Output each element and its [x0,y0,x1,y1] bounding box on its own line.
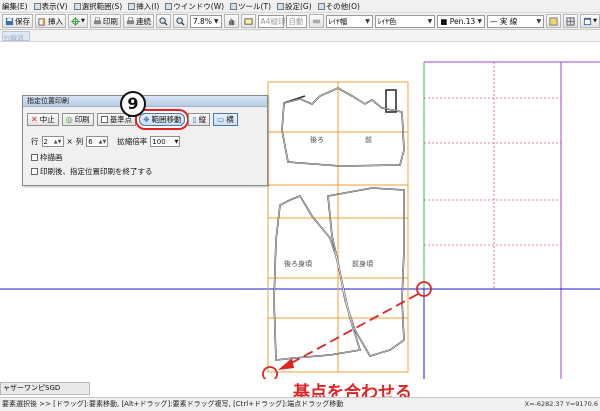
zoom-select[interactable]: 7.8% ▼ [189,14,222,28]
chevron-down-icon: ▼ [213,17,219,25]
line-type-select[interactable]: — 実 線 ▼ [486,14,545,28]
insert-icon [38,17,47,26]
layer-width-select[interactable]: ﾚｲﾔ幅 ▼ [325,14,373,28]
frame-icon [243,17,253,25]
insert-button[interactable]: 挿入 [35,14,66,28]
chevron-down-icon: ▼ [536,17,542,25]
step-number-badge: 9 [120,91,146,117]
chevron-down-icon: ▼ [477,17,482,25]
insert-icon [128,2,136,10]
status-hint: 要素選択後 >> [ドラッグ]:要素移動, [Alt+ドラッグ]:要素ドラッグ複… [2,400,344,408]
page-icon: ▯ [192,115,197,124]
settings-icon [277,2,284,10]
snap-icon [71,16,80,26]
layer-icon [312,19,320,23]
checkbox-icon [31,154,38,161]
zoom-in-button[interactable] [155,14,171,28]
status-bar: 要素選択後 >> [ドラッグ]:要素移動, [Alt+ドラッグ]:要素ドラッグ複… [0,397,600,411]
grid-button[interactable] [563,14,579,28]
sub-toolbar: ﾔﾏ線消 [0,30,600,42]
tools-icon [230,2,238,10]
coordinates-readout: X=-6282.37 Y=9170.6 [524,400,598,408]
move-arrow-line [285,293,419,367]
menu-select-range[interactable]: 選択範囲(S) [73,1,122,12]
auto-select[interactable]: 自動 [285,14,307,28]
checkbox-icon [31,168,38,175]
save-icon [5,17,14,25]
chevron-down-icon: ▼ [174,138,179,145]
zoom-in-icon [159,16,168,26]
landscape-button[interactable]: ▭ 横 [213,113,238,126]
canvas-drawing: 後ろ 前 後ろ身頃 前身頃 [0,61,600,379]
cancel-button[interactable]: ✕ 中止 [27,113,59,126]
zoom-out-button[interactable] [172,14,188,28]
end-after-print-checkbox[interactable]: 印刷後、指定位置印刷を終了する [31,166,153,177]
pen-select[interactable]: ■ Pen.13 ▼ [437,14,485,28]
piece-label-back: 後ろ [310,135,324,144]
spinner-arrows-icon: ▲▼ [53,138,62,145]
view-icon [33,2,41,10]
column-count-spinner[interactable]: 6 ▲▼ [86,136,109,147]
document-tab[interactable]: ャザーワンピSGD [0,382,90,395]
menu-settings[interactable]: 設定(G) [277,1,312,12]
continuous-print-button[interactable]: 連続 [122,14,154,28]
range-move-button[interactable]: ✥ 範囲移動 [139,113,186,126]
print-tiles [267,81,409,373]
menu-tools[interactable]: ツール(T) [230,1,271,12]
zoom-out-icon [176,16,185,26]
drawing-canvas[interactable]: 後ろ 前 後ろ身頃 前身頃 [0,42,600,379]
checkbox-icon [100,116,108,123]
page-grid-dotted [424,62,561,289]
hand-tool-button[interactable] [223,14,239,28]
printer-icon [126,17,134,24]
paper-select[interactable]: A4縦印 [257,14,285,28]
page-landscape-icon: ▭ [217,115,225,124]
palette-icon [549,16,558,26]
menu-edit[interactable]: 編集(E) [2,1,28,12]
menu-insert[interactable]: 挿入(I) [128,1,159,12]
scale-select[interactable]: 100 ▼ [150,136,181,147]
layer-color-select[interactable]: ﾚｲﾔ色 ▼ [374,14,436,28]
row-count-spinner[interactable]: 2 ▲▼ [41,136,64,147]
base-point-circle [262,366,278,379]
toolbar: 保存 挿入 ▼ 印刷 連続 7.8% ▼ A4縦印 自動 ﾚｲﾔ幅 ▼ ﾚｲﾔ色… [0,13,600,30]
frame-draw-checkbox[interactable]: 枠描画 [31,152,63,163]
piece-label-front-body: 前身頃 [352,259,373,268]
hand-icon [228,18,234,25]
layer-button[interactable] [308,14,324,28]
view-frame-button[interactable] [240,14,256,28]
move-icon: ✥ [143,115,150,124]
piece-label-front: 前 [365,135,372,144]
window-icon [584,17,592,25]
print-button[interactable]: ◎ 印刷 [61,113,94,126]
menu-window[interactable]: ウインドウ(W) [165,1,224,12]
pattern-pieces [273,87,405,361]
layout-row: 行 2 ▲▼ × 列 6 ▲▼ 拡縮倍率 100 ▼ [31,136,181,147]
print-ok-icon: ◎ [65,115,73,124]
window-mode-button[interactable]: ▼ [580,14,600,28]
snap-button[interactable]: ▼ [68,14,88,28]
select-icon [73,2,81,10]
print-button[interactable]: 印刷 [89,14,121,28]
piece-label-back-body: 後ろ身頃 [284,259,312,268]
chevron-down-icon: ▼ [427,17,433,25]
grid-icon [566,16,575,26]
save-button[interactable]: 保存 [2,14,33,28]
portrait-button[interactable]: ▯ 縦 [188,113,211,126]
menu-bar: 編集(E) 表示(V) 選択範囲(S) 挿入(I) ウインドウ(W) ツール(T… [0,0,600,13]
menu-other[interactable]: その他(O) [317,1,360,12]
menu-view[interactable]: 表示(V) [33,1,68,12]
other-icon [317,2,325,10]
window-icon [165,2,173,10]
close-icon: ✕ [31,115,38,124]
palette-button[interactable] [546,14,562,28]
printer-icon [93,17,101,24]
chevron-down-icon: ▼ [365,17,370,25]
spinner-arrows-icon: ▲▼ [98,138,107,145]
ghost-tab: ﾔﾏ線消 [2,31,30,42]
